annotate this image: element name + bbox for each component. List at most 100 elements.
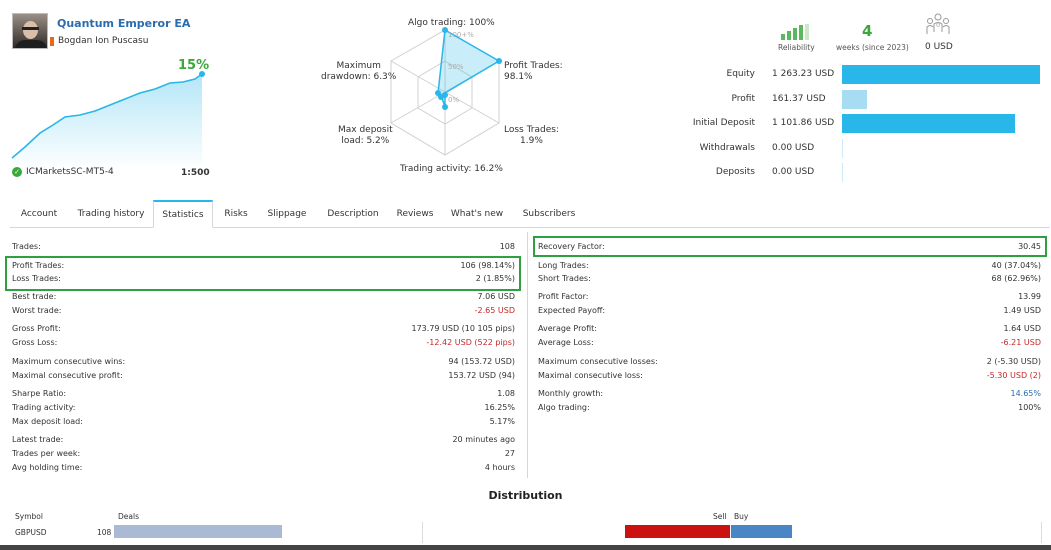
stat-value: 7.06 USD	[477, 292, 515, 301]
verified-check-icon: ✓	[12, 167, 22, 177]
dist-col-sell: Sell	[713, 512, 727, 521]
balance-row: Initial Deposit 1 101.86 USD	[690, 114, 1050, 134]
balance-bar	[842, 163, 843, 182]
stat-value: -6.21 USD	[1000, 338, 1041, 347]
stat-row: Long Trades: 40 (37.04%)	[538, 261, 1041, 274]
reliability-label: Reliability	[778, 43, 815, 52]
growth-value: 15%	[178, 58, 210, 73]
dist-buy-bar	[731, 525, 792, 538]
tab-account[interactable]: Account	[10, 200, 68, 228]
stat-label: Trades per week:	[12, 449, 81, 458]
radar-trading-activity: Trading activity: 16.2%	[400, 164, 503, 174]
stat-row: Maximum consecutive wins: 94 (153.72 USD)	[12, 357, 515, 370]
subscribers-icon: 0	[926, 13, 950, 34]
tab-statistics[interactable]: Statistics	[153, 200, 213, 228]
tab-description[interactable]: Description	[317, 200, 389, 228]
balance-row: Equity 1 263.23 USD	[690, 65, 1050, 85]
highlight-box-recovery	[533, 236, 1047, 257]
stat-label: Sharpe Ratio:	[12, 389, 67, 398]
tab-trading-history[interactable]: Trading history	[70, 200, 152, 228]
stats-divider	[527, 232, 528, 478]
highlight-box-profit-loss	[5, 256, 521, 291]
stat-label: Avg holding time:	[12, 463, 83, 472]
stat-row: Average Loss: -6.21 USD	[538, 338, 1041, 351]
stat-row: Sharpe Ratio: 1.08	[12, 389, 515, 402]
stat-value: 1.08	[497, 389, 515, 398]
stat-row: Trading activity: 16.25%	[12, 403, 515, 416]
author-avatar[interactable]	[12, 13, 48, 49]
stat-label: Average Loss:	[538, 338, 594, 347]
balance-value: 1 263.23 USD	[772, 69, 835, 79]
balance-value: 161.37 USD	[772, 94, 826, 104]
stat-label: Profit Factor:	[538, 292, 589, 301]
stat-row: Trades: 108	[12, 242, 515, 255]
stat-label: Gross Loss:	[12, 338, 58, 347]
stat-row: Maximum consecutive losses: 2 (-5.30 USD)	[538, 357, 1041, 370]
balance-value: 0.00 USD	[772, 143, 815, 153]
tab-what-s-new[interactable]: What's new	[442, 200, 512, 228]
dist-col-symbol: Symbol	[15, 512, 43, 521]
radar-ring-100: 100+%	[448, 31, 474, 39]
stat-row: Gross Profit: 173.79 USD (10 105 pips)	[12, 324, 515, 337]
stat-value: 20 minutes ago	[452, 435, 515, 444]
stat-label: Trading activity:	[12, 403, 76, 412]
dist-col-deals: Deals	[118, 512, 139, 521]
stat-row: Max deposit load: 5.17%	[12, 417, 515, 430]
balance-bar	[842, 90, 867, 109]
stat-row: Latest trade: 20 minutes ago	[12, 435, 515, 448]
balance-value: 0.00 USD	[772, 167, 815, 177]
stat-value: 27	[504, 449, 515, 458]
stat-value: -12.42 USD (522 pips)	[426, 338, 515, 347]
radar-algo-trading: Algo trading: 100%	[408, 18, 495, 28]
author-name[interactable]: Bogdan Ion Puscasu	[58, 36, 148, 46]
stat-label: Best trade:	[12, 292, 57, 301]
balance-label: Profit	[731, 94, 755, 104]
dist-sell-bar	[625, 525, 730, 538]
dist-symbol[interactable]: GBPUSD	[15, 528, 47, 537]
stat-label: Maximal consecutive profit:	[12, 371, 123, 380]
distribution-title: Distribution	[488, 489, 563, 502]
balance-bar	[842, 139, 843, 158]
dist-deals-count: 108	[97, 528, 112, 537]
tab-risks[interactable]: Risks	[215, 200, 257, 228]
stat-label: Maximal consecutive loss:	[538, 371, 643, 380]
balance-row: Profit 161.37 USD	[690, 90, 1050, 110]
tab-reviews[interactable]: Reviews	[390, 200, 440, 228]
country-flag-icon	[50, 37, 54, 46]
ea-title[interactable]: Quantum Emperor EA	[57, 17, 190, 30]
tab-subscribers[interactable]: Subscribers	[514, 200, 584, 228]
radar-chart: 100+% 50% 0% Algo trading: 100% Profit T…	[320, 15, 580, 180]
weeks-value: 4	[862, 22, 873, 40]
balance-label: Deposits	[715, 167, 755, 177]
svg-text:0: 0	[936, 22, 940, 29]
stat-value: 5.17%	[489, 417, 515, 426]
dist-deals-bar	[114, 525, 282, 538]
tab-slippage[interactable]: Slippage	[258, 200, 316, 228]
stat-row: Maximal consecutive loss: -5.30 USD (2)	[538, 371, 1041, 384]
stat-value: -2.65 USD	[474, 306, 515, 315]
dist-separator	[422, 522, 423, 543]
reliability-bars-icon[interactable]	[781, 24, 811, 40]
stat-value: 16.25%	[484, 403, 515, 412]
stat-label: Average Profit:	[538, 324, 597, 333]
stat-row: Profit Factor: 13.99	[538, 292, 1041, 305]
stat-label: Latest trade:	[12, 435, 64, 444]
stat-value: 94 (153.72 USD)	[448, 357, 515, 366]
stat-value: 13.99	[1018, 292, 1041, 301]
stat-row: Short Trades: 68 (62.96%)	[538, 274, 1041, 287]
stat-value: 40 (37.04%)	[991, 261, 1041, 270]
stat-label: Algo trading:	[538, 403, 590, 412]
stat-value: 14.65%	[1010, 389, 1041, 398]
stat-label: Maximum consecutive losses:	[538, 357, 658, 366]
stat-label: Long Trades:	[538, 261, 589, 270]
stat-row: Trades per week: 27	[12, 449, 515, 462]
broker-server[interactable]: ✓ ICMarketsSC-MT5-4	[12, 167, 114, 177]
dist-separator	[1041, 522, 1042, 543]
stat-value: 1.64 USD	[1003, 324, 1041, 333]
subscribers-value: 0 USD	[925, 42, 953, 52]
stat-row: Monthly growth: 14.65%	[538, 389, 1041, 402]
stat-value: 2 (-5.30 USD)	[986, 357, 1041, 366]
balance-row: Deposits 0.00 USD	[690, 163, 1050, 183]
stat-label: Trades:	[12, 242, 41, 251]
stat-row: Avg holding time: 4 hours	[12, 463, 515, 476]
